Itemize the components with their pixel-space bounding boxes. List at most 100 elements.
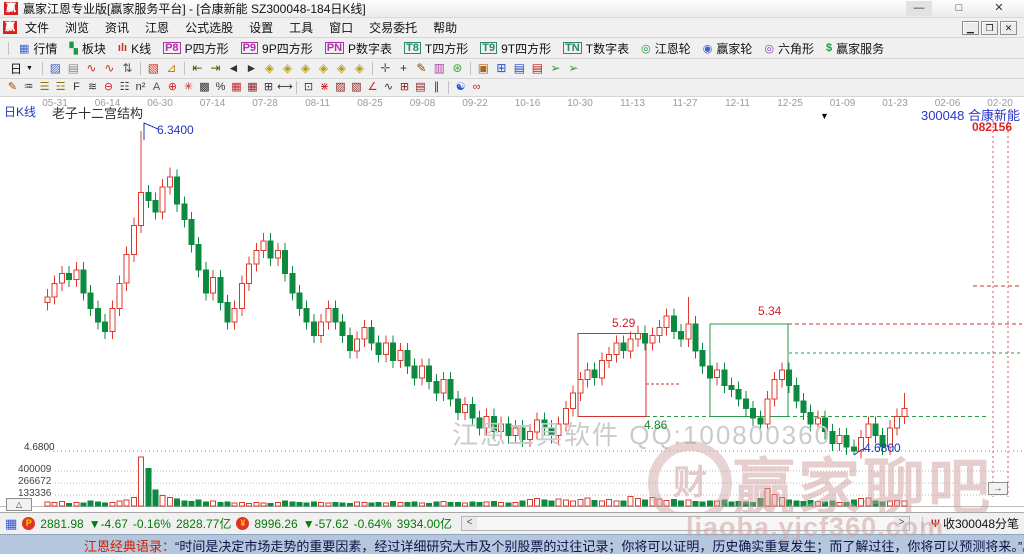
menu-browse[interactable]: 浏览 xyxy=(57,19,97,37)
infinity-icon[interactable]: ∞ xyxy=(469,80,484,95)
circle-cross-icon[interactable]: ⊕ xyxy=(165,80,180,95)
pen-select-icon[interactable]: ✎ xyxy=(413,60,430,77)
gann-grid-2-icon[interactable]: ☲ xyxy=(53,80,68,95)
quote-label: 江恩经典语录： xyxy=(84,536,175,554)
menu-settings[interactable]: 设置 xyxy=(241,19,281,37)
feed-status[interactable]: Ψ 收300048分笔 xyxy=(931,515,1019,532)
fib-f-icon[interactable]: F xyxy=(69,80,84,95)
candle-cursor-icon[interactable]: ⇅ xyxy=(119,60,136,77)
range-box-icon[interactable]: ⊞ xyxy=(261,80,276,95)
tool-sectors[interactable]: ▚板块 xyxy=(64,40,110,57)
calculator-icon[interactable]: ⊞ xyxy=(493,60,510,77)
kx-window-icon[interactable]: ▧ xyxy=(145,60,162,77)
percent-icon[interactable]: % xyxy=(213,80,228,95)
scroll-track[interactable] xyxy=(477,517,894,530)
gann-box-2-icon[interactable]: ▦ xyxy=(245,80,260,95)
spiral-icon[interactable]: ≋ xyxy=(85,80,100,95)
menu-gann[interactable]: 江恩 xyxy=(137,19,177,37)
save-data-icon[interactable]: ▤ xyxy=(529,60,546,77)
n-squared-icon[interactable]: n² xyxy=(133,80,148,95)
export-2-icon[interactable]: ➢ xyxy=(565,60,582,77)
mdi-minimize-button[interactable]: ▁ xyxy=(962,21,979,35)
sectors-icon: ▚ xyxy=(69,42,77,55)
pan-hand-icon[interactable]: ✛ xyxy=(377,60,394,77)
menu-trade[interactable]: 交易委托 xyxy=(361,19,425,37)
app-logo-icon: 赢 xyxy=(3,21,17,34)
sz-index-icon: ¥ xyxy=(236,517,249,530)
gann-grid-1-icon[interactable]: ☰ xyxy=(37,80,52,95)
trend-2-icon[interactable]: ∿ xyxy=(101,60,118,77)
clipboard-icon[interactable]: ▤ xyxy=(65,60,82,77)
tool-t-number-table[interactable]: TNT数字表 xyxy=(558,40,634,57)
calendar-icon[interactable]: ▣ xyxy=(475,60,492,77)
grid-icon[interactable]: ▦ xyxy=(5,516,17,532)
menu-news[interactable]: 资讯 xyxy=(97,19,137,37)
tool-t-square[interactable]: T8T四方形 xyxy=(399,40,473,57)
close-button[interactable]: ✕ xyxy=(986,1,1012,16)
gann-box-1-icon[interactable]: ▦ xyxy=(229,80,244,95)
zoom-tool-1-icon[interactable]: ◈ xyxy=(261,60,278,77)
zoom-tool-2-icon[interactable]: ◈ xyxy=(279,60,296,77)
menu-window[interactable]: 窗口 xyxy=(321,19,361,37)
zoom-tool-5-icon[interactable]: ◈ xyxy=(333,60,350,77)
rect-select-icon[interactable]: ⊡ xyxy=(301,80,316,95)
purple-grid-icon[interactable]: ▥ xyxy=(431,60,448,77)
chart-window-icon[interactable]: ▨ xyxy=(47,60,64,77)
trigram-icon[interactable]: ☷ xyxy=(117,80,132,95)
ray-fan-icon[interactable]: ⋇ xyxy=(317,80,332,95)
table-2-icon[interactable]: ▤ xyxy=(413,80,428,95)
maximize-button[interactable]: □ xyxy=(946,1,972,16)
zoom-tool-6-icon[interactable]: ◈ xyxy=(351,60,368,77)
scroll-right-arrow[interactable]: > xyxy=(894,517,909,530)
tool-winner-wheel[interactable]: ◉赢家轮 xyxy=(698,40,758,57)
angle-line-icon[interactable]: ∠ xyxy=(365,80,380,95)
flag-icon[interactable]: ⊿ xyxy=(163,60,180,77)
menu-formula-picker[interactable]: 公式选股 xyxy=(177,19,241,37)
pencil-icon[interactable]: ✎ xyxy=(5,80,20,95)
tool-kline[interactable]: ılıK线 xyxy=(113,40,156,57)
zoom-tool-4-icon[interactable]: ◈ xyxy=(315,60,332,77)
width-measure-icon[interactable]: ⟷ xyxy=(277,80,292,95)
tool-market-quotes[interactable]: ▦行情 xyxy=(14,40,62,57)
tool-gann-wheel[interactable]: ◎江恩轮 xyxy=(636,40,696,57)
scroll-left-arrow[interactable]: < xyxy=(462,517,477,530)
shade-2-icon[interactable]: ▧ xyxy=(349,80,364,95)
mdi-restore-button[interactable]: ❐ xyxy=(981,21,998,35)
next-page-icon[interactable]: ► xyxy=(243,60,260,77)
menu-help[interactable]: 帮助 xyxy=(425,19,465,37)
menu-tools[interactable]: 工具 xyxy=(281,19,321,37)
first-page-icon[interactable]: ⇤ xyxy=(189,60,206,77)
wave-line-icon[interactable]: ∿ xyxy=(381,80,396,95)
tool-hexagon[interactable]: ◎六角形 xyxy=(759,40,819,57)
minimize-button[interactable]: — xyxy=(906,1,932,16)
zoom-tool-3-icon[interactable]: ◈ xyxy=(297,60,314,77)
save-layout-icon[interactable]: ▤ xyxy=(511,60,528,77)
tool-winner-service[interactable]: $赢家服务 xyxy=(821,40,889,57)
star-burst-icon[interactable]: ✳ xyxy=(181,80,196,95)
kline-chart-area[interactable]: 日K线 05-3106-1406-3007-1407-2808-1108-250… xyxy=(0,97,1024,512)
add-cross-icon[interactable]: + xyxy=(395,60,412,77)
last-page-icon[interactable]: ⇥ xyxy=(207,60,224,77)
trend-1-icon[interactable]: ∿ xyxy=(83,60,100,77)
taiji-icon[interactable]: ☯ xyxy=(453,80,468,95)
export-1-icon[interactable]: ➢ xyxy=(547,60,564,77)
prev-page-icon[interactable]: ◄ xyxy=(225,60,242,77)
period-dropdown[interactable]: 日 ▼ xyxy=(5,60,38,77)
tool-p-number-table[interactable]: PNP数字表 xyxy=(320,40,397,57)
a-tool-icon[interactable]: A xyxy=(149,80,164,95)
horizontal-scrollbar[interactable]: < > xyxy=(461,516,910,531)
grid-2-icon[interactable]: ⊞ xyxy=(397,80,412,95)
tool-9p-square[interactable]: P99P四方形 xyxy=(236,40,318,57)
parallel-lines-icon[interactable]: ∥ xyxy=(429,80,444,95)
gann-line-icon[interactable]: ♒ xyxy=(21,80,36,95)
shade-1-icon[interactable]: ▨ xyxy=(333,80,348,95)
expand-pane-button[interactable]: △ xyxy=(6,498,32,511)
tool-9t-square[interactable]: T99T四方形 xyxy=(475,40,556,57)
scroll-right-button[interactable]: → xyxy=(988,482,1008,495)
tool-p-square[interactable]: P8P四方形 xyxy=(158,40,233,57)
green-wheel-icon[interactable]: ⊛ xyxy=(449,60,466,77)
hatch-box-icon[interactable]: ▩ xyxy=(197,80,212,95)
angle-arc-icon[interactable]: ⊖ xyxy=(101,80,116,95)
mdi-close-button[interactable]: ✕ xyxy=(1000,21,1017,35)
menu-file[interactable]: 文件 xyxy=(17,19,57,37)
